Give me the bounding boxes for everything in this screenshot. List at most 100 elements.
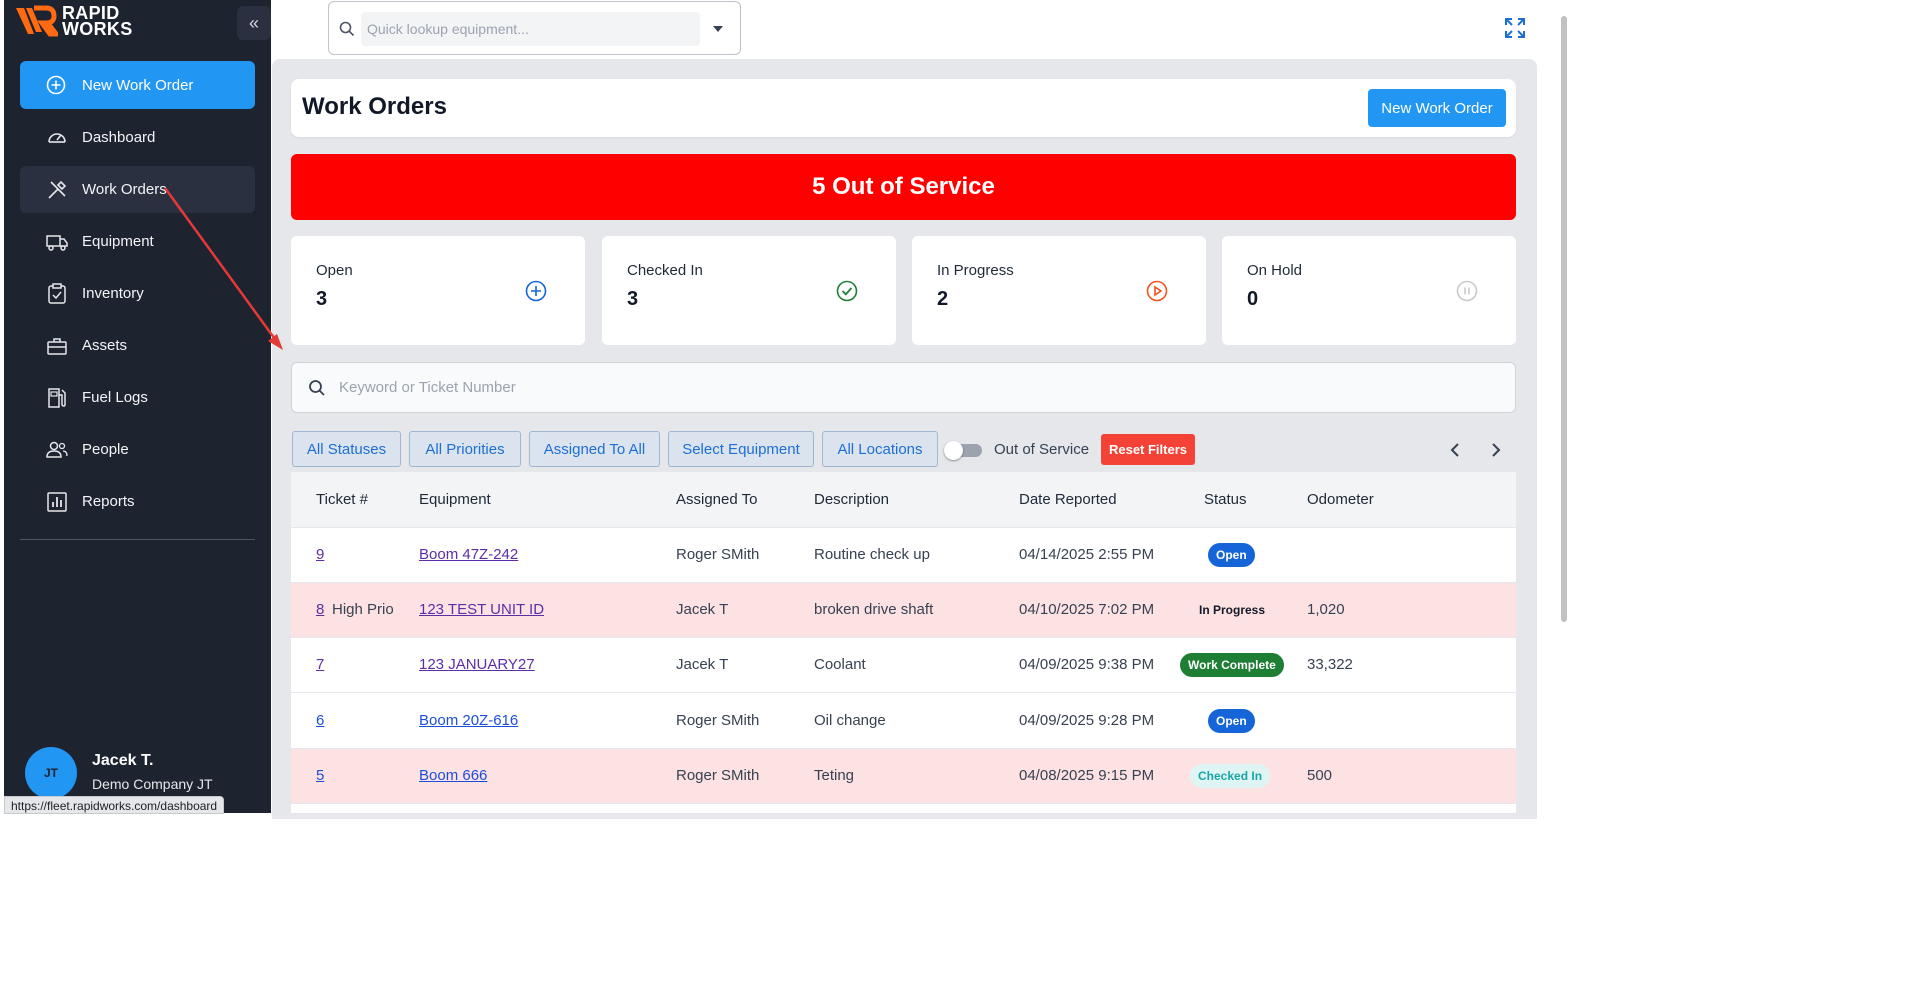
- ticket-link[interactable]: 5: [316, 767, 324, 784]
- browser-status-url: https://fleet.rapidworks.com/dashboard: [4, 796, 225, 814]
- table-row[interactable]: 7 123 JANUARY27 Jacek T Coolant 04/09/20…: [291, 638, 1516, 693]
- column-header-status[interactable]: Status: [1204, 491, 1247, 508]
- ticket-link[interactable]: 8: [316, 601, 324, 618]
- sidebar-item-label: Reports: [82, 493, 135, 510]
- table-row[interactable]: 5 Boom 666 Roger SMith Teting 04/08/2025…: [291, 749, 1516, 804]
- filter-priorities-button[interactable]: All Priorities: [409, 431, 521, 467]
- stat-card-in-progress[interactable]: In Progress 2: [912, 236, 1206, 345]
- filter-assigned-button[interactable]: Assigned To All: [529, 431, 660, 467]
- sidebar-item-reports[interactable]: Reports: [20, 478, 255, 525]
- date-reported: 04/09/2025 9:38 PM: [1019, 656, 1155, 673]
- fullscreen-icon[interactable]: [1505, 18, 1525, 38]
- sidebar-item-label: Assets: [82, 337, 128, 354]
- status-badge: Work Complete: [1180, 653, 1284, 677]
- description: broken drive shaft: [814, 601, 934, 618]
- column-header-ticket[interactable]: Ticket #: [316, 491, 368, 508]
- assigned-to: Roger SMith: [676, 767, 760, 784]
- column-header-description[interactable]: Description: [814, 491, 889, 508]
- status-badge: In Progress: [1199, 603, 1266, 617]
- table-row[interactable]: 6 Boom 20Z-616 Roger SMith Oil change 04…: [291, 694, 1516, 749]
- quick-lookup-input[interactable]: Quick lookup equipment...: [361, 12, 700, 46]
- stat-value: 2: [937, 288, 949, 310]
- description: Routine check up: [814, 546, 930, 563]
- date-reported: 04/09/2025 9:28 PM: [1019, 712, 1155, 729]
- status-badge: Checked In: [1190, 764, 1271, 788]
- toggle-knob: [944, 441, 963, 460]
- description: Oil change: [814, 712, 886, 729]
- filter-locations-button[interactable]: All Locations: [822, 431, 938, 467]
- people-icon: [46, 439, 68, 461]
- quick-lookup-combobox[interactable]: Quick lookup equipment...: [328, 1, 741, 55]
- table-row[interactable]: 8 High Priority 123 TEST UNIT ID Jacek T…: [291, 583, 1516, 638]
- column-header-odometer[interactable]: Odometer: [1307, 491, 1374, 508]
- ticket-link[interactable]: 6: [316, 712, 324, 729]
- sidebar-item-people[interactable]: People: [20, 426, 255, 473]
- out-of-service-toggle-label: Out of Service: [994, 441, 1090, 458]
- column-header-date[interactable]: Date Reported: [1019, 491, 1117, 508]
- page-header: Work Orders New Work Order: [291, 79, 1516, 137]
- stat-card-checked-in[interactable]: Checked In 3: [602, 236, 896, 345]
- column-header-equipment[interactable]: Equipment: [419, 491, 491, 508]
- ticket-link[interactable]: 7: [316, 656, 324, 673]
- equipment-link[interactable]: Boom 20Z-616: [419, 712, 518, 729]
- date-reported: 04/08/2025 9:15 PM: [1019, 767, 1155, 784]
- fuel-pump-icon: [46, 387, 68, 409]
- user-name: Jacek T.: [92, 752, 154, 769]
- filter-statuses-button[interactable]: All Statuses: [292, 431, 401, 467]
- keyword-search-field[interactable]: Keyword or Ticket Number: [291, 362, 1516, 413]
- page-title: Work Orders: [302, 93, 447, 120]
- sidebar-item-work-orders[interactable]: Work Orders: [20, 166, 255, 213]
- sidebar-item-label: Fuel Logs: [82, 389, 148, 406]
- filter-equipment-button[interactable]: Select Equipment: [668, 431, 814, 467]
- chevron-down-icon[interactable]: [713, 26, 723, 32]
- work-orders-table: Ticket # Equipment Assigned To Descripti…: [291, 472, 1516, 813]
- table-header: Ticket # Equipment Assigned To Descripti…: [291, 472, 1516, 528]
- out-of-service-toggle[interactable]: [944, 441, 982, 460]
- sidebar-item-fuel-logs[interactable]: Fuel Logs: [20, 374, 255, 421]
- truck-icon: [46, 231, 68, 253]
- logo[interactable]: RAPID WORKS: [14, 4, 133, 38]
- logo-text: RAPID WORKS: [62, 4, 133, 38]
- odometer: 33,322: [1307, 656, 1353, 673]
- out-of-service-banner[interactable]: 5 Out of Service: [291, 154, 1516, 220]
- date-reported: 04/10/2025 7:02 PM: [1019, 601, 1155, 618]
- scrollbar-thumb[interactable]: [1561, 16, 1567, 622]
- ticket-link[interactable]: 9: [316, 546, 324, 563]
- sidebar-item-label: Inventory: [82, 285, 144, 302]
- plus-circle-icon: [46, 75, 66, 95]
- sidebar-item-assets[interactable]: Assets: [20, 322, 255, 369]
- page-scrollbar[interactable]: [1560, 0, 1568, 813]
- stat-card-open[interactable]: Open 3: [291, 236, 585, 345]
- reset-filters-button[interactable]: Reset Filters: [1101, 434, 1195, 465]
- pause-circle-icon: [1456, 280, 1478, 302]
- equipment-link[interactable]: 123 JANUARY27: [419, 656, 535, 673]
- stat-card-on-hold[interactable]: On Hold 0: [1222, 236, 1516, 345]
- search-icon: [309, 380, 325, 396]
- equipment-link[interactable]: Boom 666: [419, 767, 487, 784]
- assigned-to: Roger SMith: [676, 712, 760, 729]
- priority-label: High Priority: [332, 601, 394, 618]
- stat-value: 0: [1247, 288, 1259, 310]
- sidebar-divider: [20, 539, 255, 540]
- stat-label: Checked In: [627, 262, 703, 279]
- sidebar-new-work-order-label: New Work Order: [82, 76, 194, 94]
- play-circle-icon: [1146, 280, 1168, 302]
- chevron-right-icon[interactable]: [1489, 442, 1503, 458]
- avatar[interactable]: JT: [25, 747, 77, 799]
- chevron-left-icon[interactable]: [1448, 442, 1462, 458]
- stat-value: 3: [316, 288, 328, 310]
- new-work-order-button[interactable]: New Work Order: [1368, 89, 1506, 127]
- equipment-link[interactable]: 123 TEST UNIT ID: [419, 601, 544, 618]
- sidebar-item-label: People: [82, 441, 129, 458]
- sidebar-item-dashboard[interactable]: Dashboard: [20, 114, 255, 161]
- clipboard-check-icon: [46, 282, 68, 305]
- sidebar-new-work-order-button[interactable]: New Work Order: [20, 61, 255, 109]
- collapse-sidebar-button[interactable]: «: [237, 6, 271, 40]
- search-icon: [339, 21, 355, 37]
- toolbox-icon: [46, 335, 68, 357]
- column-header-assigned[interactable]: Assigned To: [676, 491, 757, 508]
- equipment-link[interactable]: Boom 47Z-242: [419, 546, 518, 563]
- sidebar-item-inventory[interactable]: Inventory: [20, 270, 255, 317]
- table-row[interactable]: 9 Boom 47Z-242 Roger SMith Routine check…: [291, 528, 1516, 583]
- sidebar-item-equipment[interactable]: Equipment: [20, 218, 255, 265]
